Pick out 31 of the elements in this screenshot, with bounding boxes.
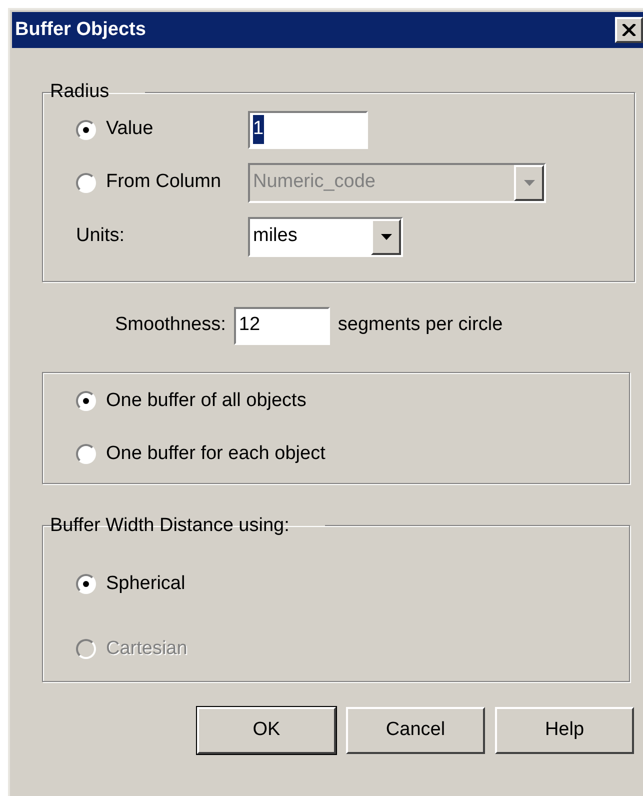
dropdown-value: Numeric_code — [253, 170, 376, 194]
units-dropdown[interactable]: miles — [248, 216, 403, 256]
radio-button[interactable] — [76, 391, 96, 412]
units-label: Units: — [76, 224, 126, 248]
dialog-button[interactable]: Help — [495, 706, 634, 754]
radio-label: One buffer of all objects — [106, 389, 306, 413]
radio-label: From Column — [106, 170, 222, 194]
dialog-button[interactable]: Cancel — [346, 706, 485, 754]
dropdown-button[interactable] — [371, 218, 401, 254]
caret-icon — [524, 180, 534, 186]
group-title: Buffer Width Distance using: — [49, 514, 290, 538]
radio-label: One buffer for each object — [106, 442, 326, 466]
window-title: Buffer Objects — [15, 18, 146, 42]
dialog-button[interactable]: OK — [197, 706, 336, 754]
radio-button[interactable] — [76, 120, 96, 140]
smoothness-suffix: segments per circle — [338, 313, 503, 338]
field-value: 12 — [238, 313, 260, 338]
field-value: 1 — [253, 115, 264, 144]
caret-icon — [380, 234, 392, 240]
radio-label: Cartesian — [106, 636, 188, 660]
radio-button[interactable] — [76, 574, 96, 594]
smoothness-field[interactable]: 12 — [234, 306, 330, 344]
value-field[interactable]: 1 — [248, 110, 368, 148]
group-title: Radius — [49, 80, 110, 104]
smoothness-label: Smoothness: — [115, 313, 226, 338]
close-button[interactable] — [615, 17, 643, 43]
radio-label: Value — [106, 117, 154, 142]
close-icon — [622, 24, 636, 36]
dropdown-value: miles — [253, 224, 298, 248]
radio-button[interactable] — [76, 444, 96, 464]
radio-label: Spherical — [106, 572, 186, 596]
